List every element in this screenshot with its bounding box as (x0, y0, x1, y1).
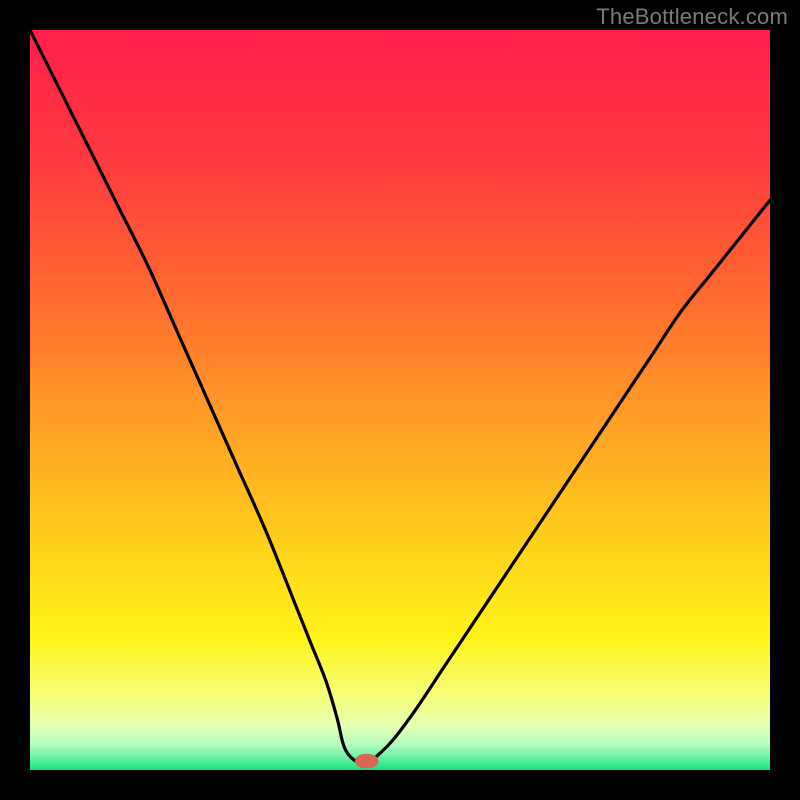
gradient-background (30, 30, 770, 770)
plot-frame (30, 30, 770, 770)
bottleneck-chart (30, 30, 770, 770)
optimum-marker (355, 754, 379, 769)
chart-container: TheBottleneck.com (0, 0, 800, 800)
watermark-text: TheBottleneck.com (596, 4, 788, 30)
